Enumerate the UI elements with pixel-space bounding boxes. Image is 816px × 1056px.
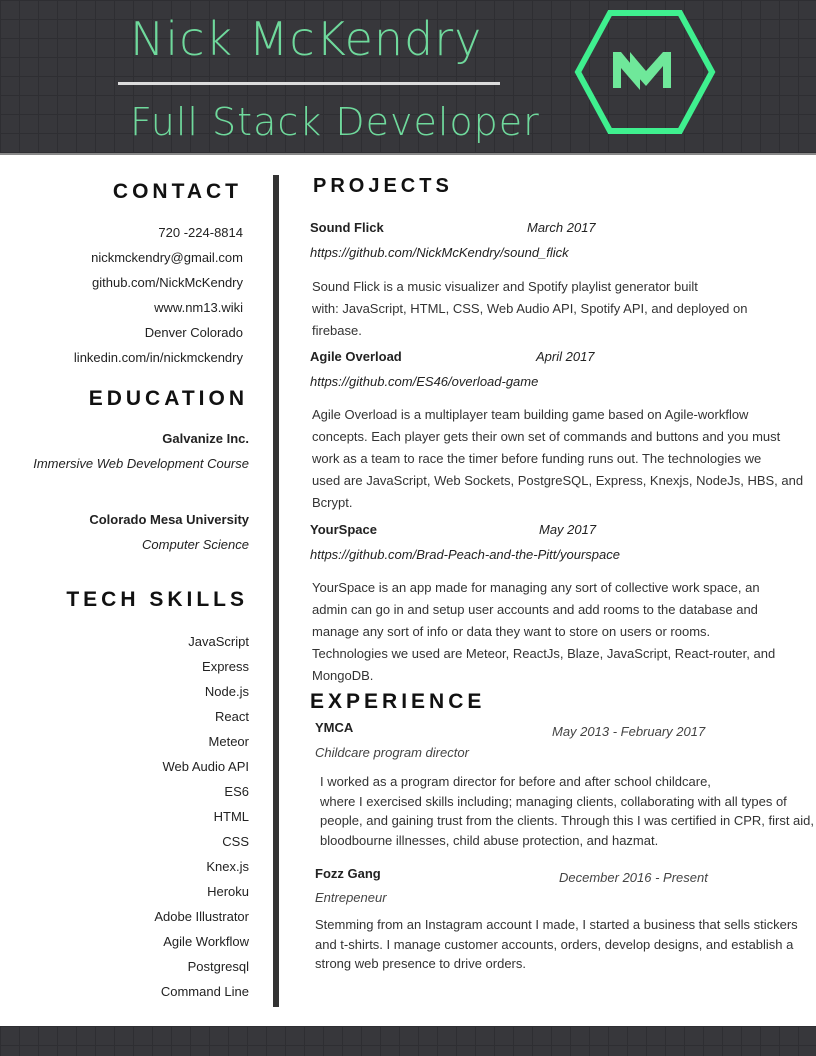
contact-website[interactable]: www.nm13.wiki (154, 300, 243, 315)
project-name: Sound Flick (310, 220, 384, 235)
project-description-line: MongoDB. (312, 668, 374, 683)
header-divider (118, 82, 500, 85)
skills-heading: TECH SKILLS (66, 588, 248, 611)
skill-item: Postgresql (187, 959, 249, 974)
skill-item: HTML (213, 809, 249, 824)
education-program: Immersive Web Development Course (33, 456, 249, 471)
candidate-name: Nick McKendry (130, 12, 483, 66)
project-description-line: admin can go in and setup user accounts … (312, 602, 758, 617)
project-description-line: concepts. Each player gets their own set… (312, 429, 781, 444)
experience-org: Fozz Gang (315, 866, 381, 881)
project-name: YourSpace (310, 522, 377, 537)
skill-item: Adobe Illustrator (154, 909, 249, 924)
skill-item: Express (202, 659, 249, 674)
header-banner: Nick McKendry Full Stack Developer (0, 0, 816, 155)
project-description-line: work as a team to race the timer before … (312, 451, 762, 466)
project-date: April 2017 (536, 349, 595, 364)
skill-item: Heroku (207, 884, 249, 899)
contact-linkedin[interactable]: linkedin.com/in/nickmckendry (74, 350, 243, 365)
skill-item: Node.js (204, 684, 249, 699)
education-heading: EDUCATION (88, 387, 248, 410)
skill-item: CSS (222, 834, 249, 849)
project-url[interactable]: https://github.com/Brad-Peach-and-the-Pi… (310, 547, 620, 562)
experience-description-line: I worked as a program director for befor… (320, 774, 711, 789)
education-school: Galvanize Inc. (162, 431, 249, 446)
project-description-line: Agile Overload is a multiplayer team bui… (312, 407, 749, 422)
footer-banner (0, 1026, 816, 1056)
contact-github[interactable]: github.com/NickMcKendry (92, 275, 243, 290)
experience-description-line: where I exercised skills including; mana… (320, 793, 787, 809)
project-description-line: YourSpace is an app made for managing an… (312, 580, 760, 595)
experience-date: May 2013 - February 2017 (552, 724, 706, 739)
experience-date: December 2016 - Present (559, 870, 708, 885)
project-description-line: Technologies we used are Meteor, ReactJs… (312, 646, 776, 661)
experience-heading: EXPERIENCE (310, 690, 486, 713)
project-url[interactable]: https://github.com/NickMcKendry/sound_fl… (310, 245, 569, 260)
project-description-line: Sound Flick is a music visualizer and Sp… (312, 279, 698, 294)
skill-item: React (215, 709, 249, 724)
skill-item: Web Audio API (162, 759, 250, 774)
nm-logo-icon (574, 10, 716, 134)
experience-description-line: strong web presence to drive orders. (315, 956, 526, 971)
skill-item: Command Line (160, 984, 249, 999)
experience-description-line: bloodbourne illnesses, child abuse prote… (320, 832, 659, 848)
experience-org: YMCA (315, 720, 354, 735)
candidate-title: Full Stack Developer (130, 100, 540, 144)
projects-heading: PROJECTS (313, 175, 453, 197)
education-program: Computer Science (142, 537, 249, 552)
experience-role: Entrepeneur (315, 890, 387, 905)
experience-description-line: Stemming from an Instagram account I mad… (315, 917, 798, 932)
contact-email[interactable]: nickmckendry@gmail.com (91, 250, 243, 265)
skill-item: Knex.js (206, 859, 249, 874)
skill-item: Meteor (208, 734, 249, 749)
experience-role: Childcare program director (315, 745, 469, 760)
experience-description-line: people, and gaining trust from the clien… (320, 813, 814, 828)
project-description-line: manage any sort of info or data they wan… (312, 624, 711, 639)
experience-description-line: and t-shirts. I manage customer accounts… (315, 936, 794, 952)
project-description-line: used are JavaScript, Web Sockets, Postgr… (312, 473, 804, 488)
skill-item: Agile Workflow (163, 934, 249, 949)
education-school: Colorado Mesa University (89, 512, 249, 527)
skill-item: JavaScript (188, 634, 249, 649)
project-description-line: firebase. (312, 323, 362, 338)
project-date: May 2017 (539, 522, 597, 537)
project-url[interactable]: https://github.com/ES46/overload-game (310, 374, 538, 389)
contact-phone: 720 -224-8814 (158, 225, 243, 240)
project-description-line: Bcrypt. (312, 495, 353, 510)
column-divider (273, 175, 279, 1007)
contact-location: Denver Colorado (144, 325, 243, 340)
project-date: March 2017 (527, 220, 596, 235)
project-name: Agile Overload (310, 349, 402, 364)
project-description-line: with: JavaScript, HTML, CSS, Web Audio A… (312, 301, 748, 316)
skill-item: ES6 (224, 784, 249, 799)
contact-heading: CONTACT (112, 180, 242, 203)
